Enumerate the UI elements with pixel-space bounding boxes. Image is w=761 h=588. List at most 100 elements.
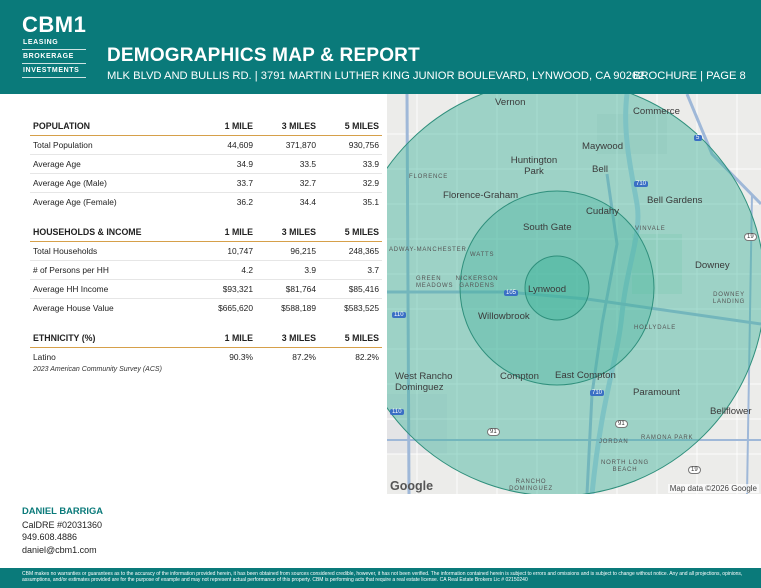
radius-map[interactable]: Vernon Commerce Maywood Huntington Park … <box>387 94 761 494</box>
map-label-watts: WATTS <box>470 252 495 258</box>
row-label: Latino <box>33 352 56 362</box>
map-label-downey-landing: DOWNEY LANDING <box>712 292 746 305</box>
table-cell: 32.7 <box>256 173 319 193</box>
table-row: Latino 90.3% 87.2% 82.2% <box>30 348 382 367</box>
table-row: Average HH Income $93,321 $81,764 $85,41… <box>30 279 382 299</box>
table-cell: 36.2 <box>236 197 253 207</box>
agent-license: CalDRE #02031360 <box>22 520 103 531</box>
table-header-row: ETHNICITY (%) 1 MILE 3 MILES 5 MILES <box>30 330 382 348</box>
row-label: Average Age (Female) <box>33 197 117 207</box>
table-row: Average Age 34.9 33.5 33.9 <box>30 154 382 174</box>
map-label-commerce: Commerce <box>633 106 680 117</box>
table-cell: 87.2% <box>292 352 316 362</box>
table-cell: 3.7 <box>319 260 382 280</box>
map-label-bell: Bell <box>592 164 608 175</box>
map-label-north-long-beach: NORTH LONG BEACH <box>601 460 649 473</box>
footer-bar: CBM makes no warranties or guarantees as… <box>0 568 761 588</box>
population-table: POPULATION 1 MILE 3 MILES 5 MILES Total … <box>30 118 382 211</box>
map-attribution[interactable]: Map data ©2026 Google <box>667 484 759 493</box>
table-cell: $93,321 <box>178 279 256 299</box>
column-header: 5 MILES <box>319 118 382 136</box>
map-graphic <box>387 94 761 494</box>
column-header: 5 MILES <box>319 330 382 348</box>
table-cell: $583,525 <box>344 303 379 313</box>
row-label: Average Age (Male) <box>30 173 178 193</box>
households-income-table: HOUSEHOLDS & INCOME 1 MILE 3 MILES 5 MIL… <box>30 224 382 317</box>
ethnicity-table: ETHNICITY (%) 1 MILE 3 MILES 5 MILES Lat… <box>30 330 382 366</box>
table-cell: 35.1 <box>362 197 379 207</box>
table-cell: 34.9 <box>178 154 256 174</box>
agent-email[interactable]: daniel@cbm1.com <box>22 544 103 556</box>
row-label: Average HH Income <box>30 279 178 299</box>
table-cell: 34.4 <box>299 197 316 207</box>
logo-line-investments: INVESTMENTS <box>22 64 86 78</box>
map-label-rancho-dominguez: RANCHO DOMINGUEZ <box>509 479 553 492</box>
highway-shield-icon: 5 <box>694 135 703 141</box>
highway-shield-icon: 91 <box>615 420 628 428</box>
map-label-jordan: JORDAN <box>599 439 629 445</box>
row-label: # of Persons per HH <box>30 260 178 280</box>
map-label-south-gate: South Gate <box>523 222 572 233</box>
table-header-row: POPULATION 1 MILE 3 MILES 5 MILES <box>30 118 382 136</box>
table-cell: 90.3% <box>229 352 253 362</box>
map-label-nickerson-gardens: NICKERSON GARDENS <box>455 276 499 289</box>
highway-shield-icon: 710 <box>590 390 605 396</box>
agent-contact: DANIEL BARRIGA CalDRE #02031360 949.608.… <box>22 505 103 556</box>
table-header-row: HOUSEHOLDS & INCOME 1 MILE 3 MILES 5 MIL… <box>30 224 382 242</box>
map-label-florence-graham: Florence-Graham <box>443 190 519 201</box>
table-cell: 33.5 <box>256 154 319 174</box>
map-label-bell-gardens: Bell Gardens <box>647 195 703 206</box>
table-cell: 248,365 <box>319 241 382 261</box>
column-header: 5 MILES <box>319 224 382 242</box>
highway-shield-icon: 710 <box>634 181 649 187</box>
map-label-huntington-park: Huntington Park <box>510 155 558 177</box>
table-cell: 10,747 <box>178 241 256 261</box>
map-label-paramount: Paramount <box>633 387 680 398</box>
page-indicator: BROCHURE | PAGE 8 <box>633 70 746 82</box>
agent-phone[interactable]: 949.608.4886 <box>22 531 103 543</box>
logo-line-brokerage: BROKERAGE <box>22 50 86 64</box>
data-source-note: 2023 American Community Survey (ACS) <box>33 366 162 373</box>
highway-shield-icon: 110 <box>390 409 404 415</box>
section-heading: ETHNICITY (%) <box>30 330 178 348</box>
property-address: MLK BLVD AND BULLIS RD. | 3791 MARTIN LU… <box>107 70 645 82</box>
map-label-lynwood: Lynwood <box>528 284 567 295</box>
table-cell: 33.9 <box>319 154 382 174</box>
map-label-west-rancho-dominguez: West Rancho Dominguez <box>395 371 453 393</box>
map-label-vinvale: VINVALE <box>635 226 666 232</box>
map-label-downey: Downey <box>695 260 730 271</box>
column-header: 1 MILE <box>178 330 256 348</box>
table-cell: $588,189 <box>281 303 316 313</box>
row-label: Average House Value <box>33 303 114 313</box>
highway-shield-icon: 19 <box>744 233 757 241</box>
section-heading: HOUSEHOLDS & INCOME <box>30 224 178 242</box>
map-label-vernon: Vernon <box>495 97 526 108</box>
map-label-willowbrook: Willowbrook <box>478 311 530 322</box>
demographics-tables: POPULATION 1 MILE 3 MILES 5 MILES Total … <box>30 118 382 373</box>
map-label-maywood: Maywood <box>582 141 624 152</box>
table-cell: 44,609 <box>178 135 256 155</box>
google-logo: Google <box>390 479 434 493</box>
map-label-bellflower: Bellflower <box>710 406 752 417</box>
table-cell: 930,756 <box>319 135 382 155</box>
table-cell: 32.9 <box>319 173 382 193</box>
table-cell: $665,620 <box>218 303 253 313</box>
table-cell: 96,215 <box>256 241 319 261</box>
table-row: Average House Value $665,620 $588,189 $5… <box>30 299 382 318</box>
map-label-hollydale: HOLLYDALE <box>634 325 677 331</box>
company-logo: CBM1 LEASING BROKERAGE INVESTMENTS <box>22 14 86 78</box>
table-cell: 3.9 <box>256 260 319 280</box>
row-label: Total Population <box>30 135 178 155</box>
table-row: # of Persons per HH 4.2 3.9 3.7 <box>30 260 382 280</box>
highway-shield-icon: 110 <box>392 312 406 318</box>
table-cell: $85,416 <box>319 279 382 299</box>
column-header: 1 MILE <box>178 224 256 242</box>
highway-shield-icon: 105 <box>504 290 519 296</box>
map-label-compton: Compton <box>500 371 539 382</box>
map-label-ramona-park: RAMONA PARK <box>641 435 694 441</box>
map-label-east-compton: East Compton <box>555 370 616 381</box>
table-cell: 82.2% <box>355 352 379 362</box>
column-header: 3 MILES <box>256 118 319 136</box>
highway-shield-icon: 19 <box>688 466 701 474</box>
map-label-cudahy: Cudahy <box>586 206 620 217</box>
